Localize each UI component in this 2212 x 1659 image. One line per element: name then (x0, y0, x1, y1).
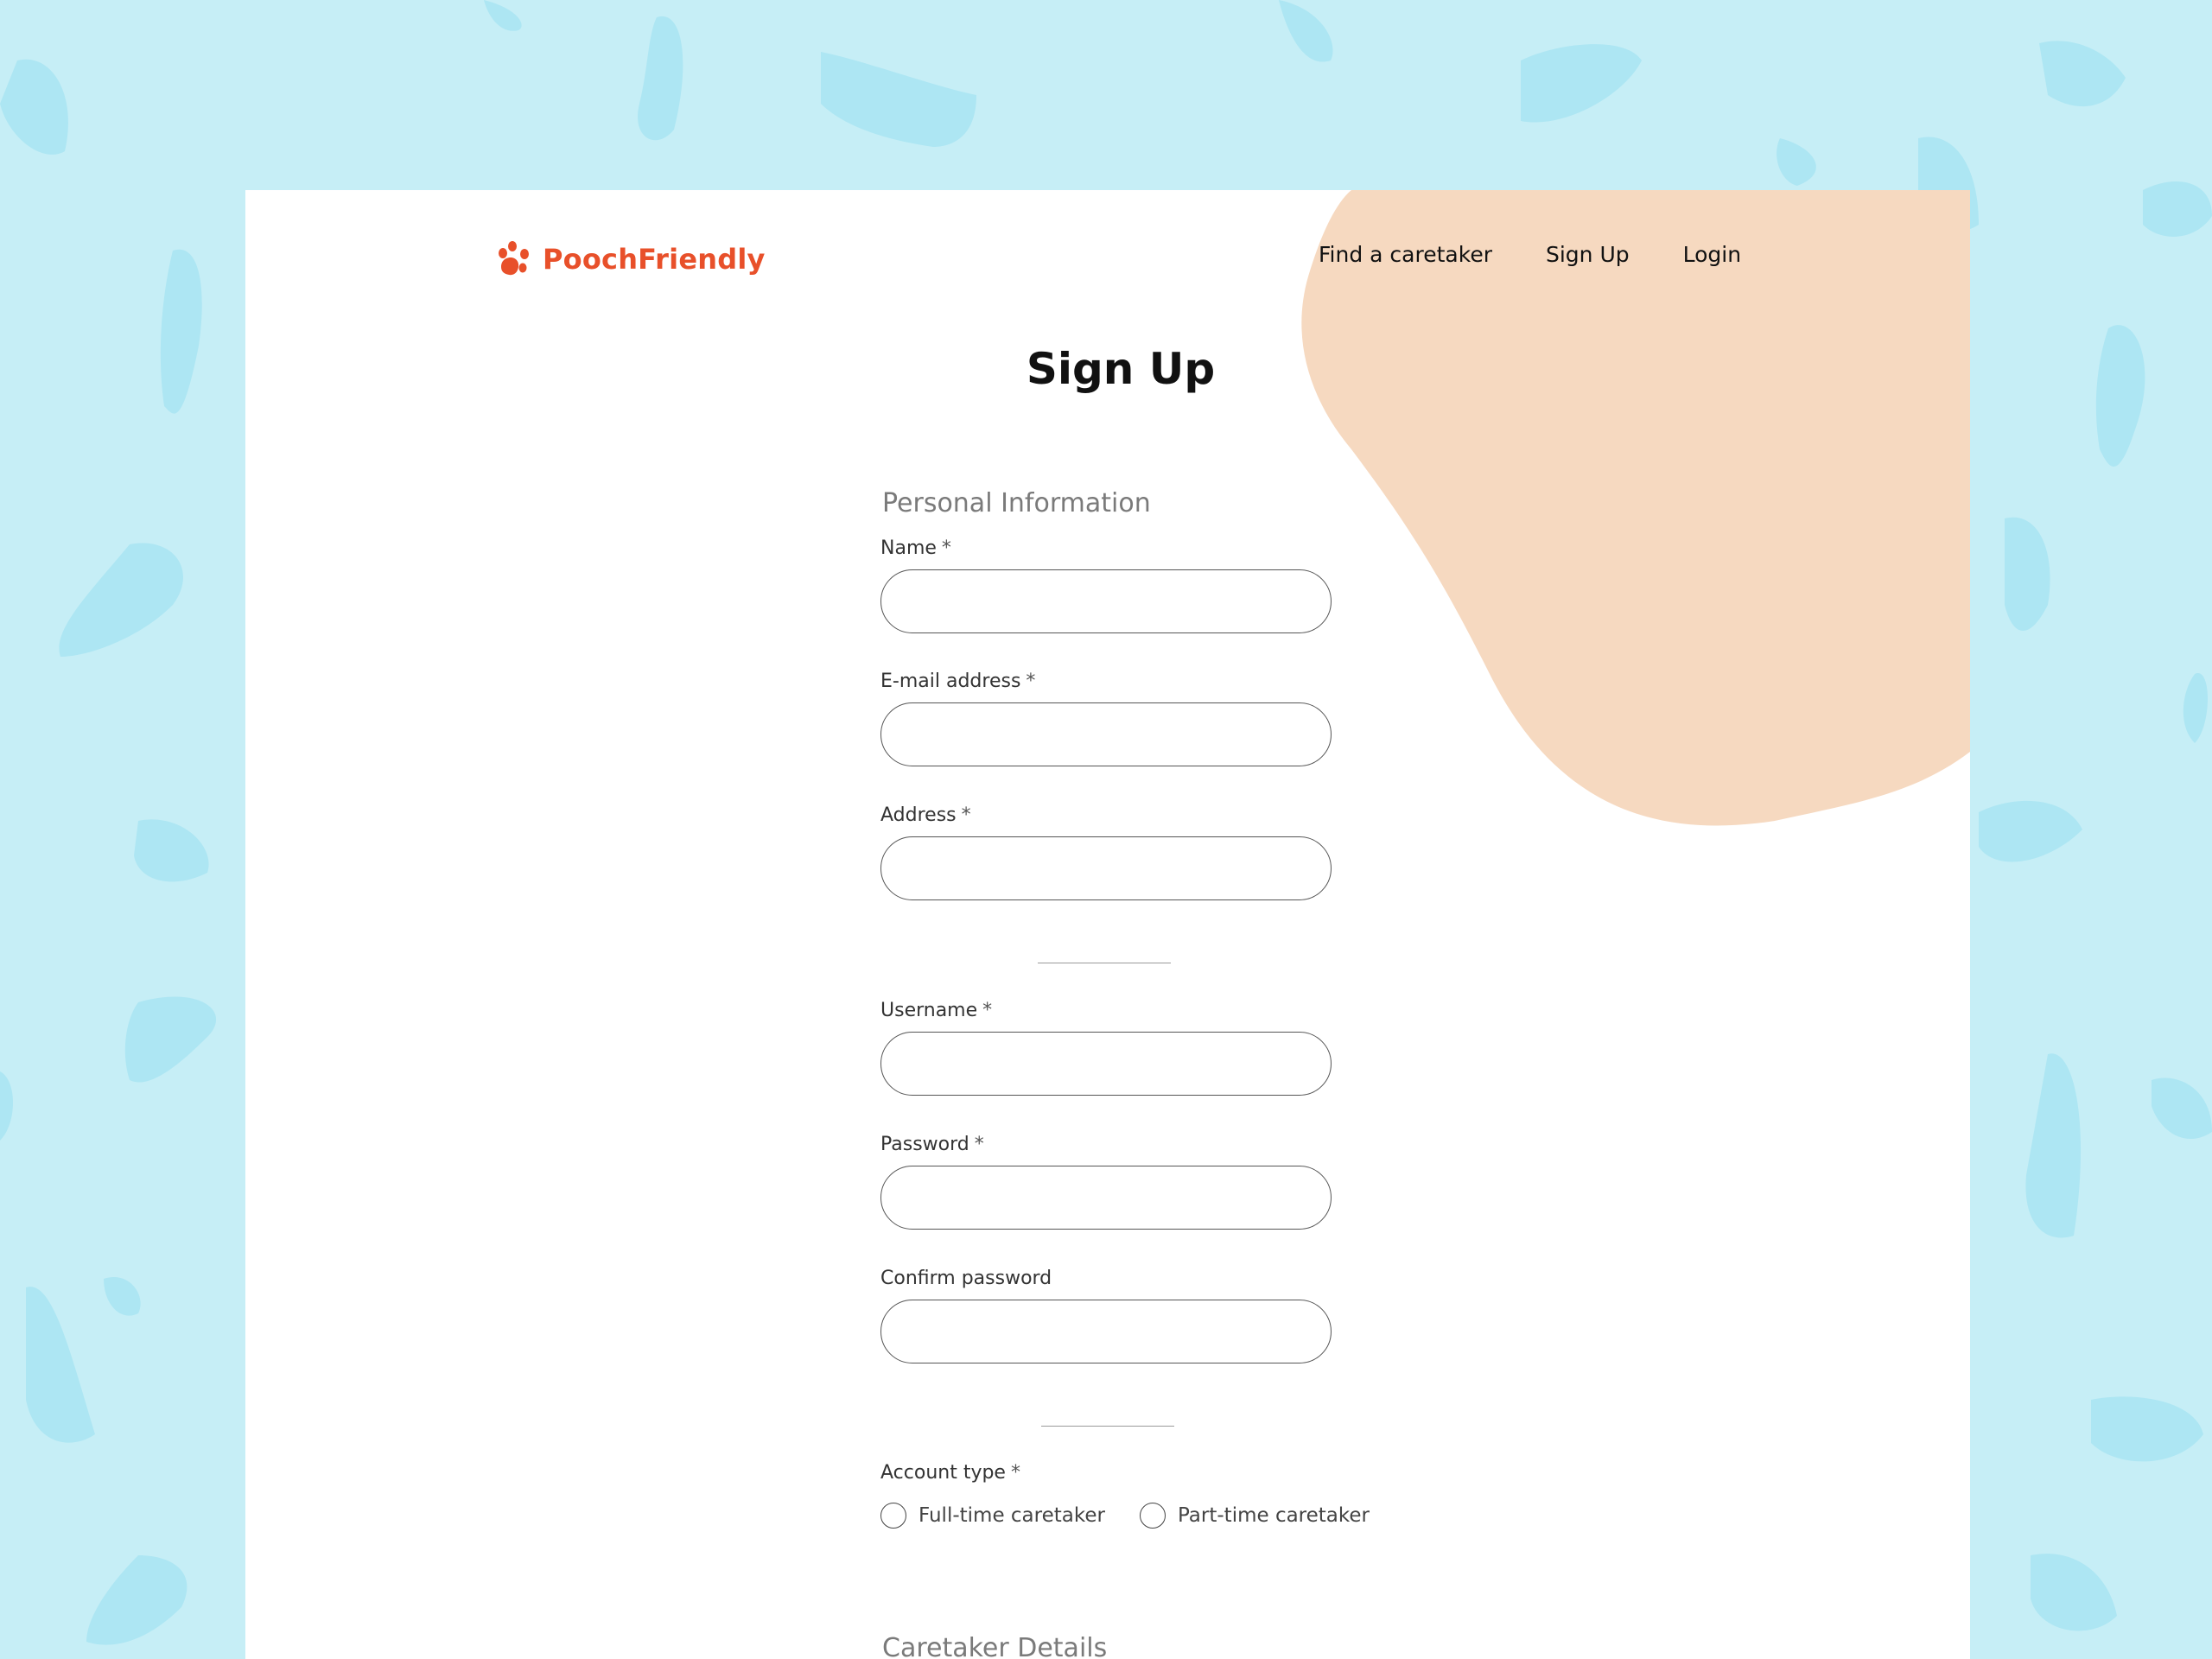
username-input[interactable] (880, 1032, 1332, 1096)
name-input[interactable] (880, 569, 1332, 633)
section-title-personal: Personal Information (882, 488, 1151, 518)
decorative-blob (1301, 190, 1970, 826)
password-input[interactable] (880, 1166, 1332, 1230)
brand-name: PoochFriendly (543, 243, 766, 276)
account-type-radio-group: Full-time caretaker Part-time caretaker (880, 1503, 1370, 1529)
nav-sign-up[interactable]: Sign Up (1546, 242, 1630, 267)
name-label-text: Name (880, 537, 937, 559)
account-type-label: Account type * (880, 1462, 1020, 1484)
account-type-label-text: Account type (880, 1462, 1006, 1484)
required-marker: * (982, 1000, 993, 1021)
required-marker: * (1026, 671, 1036, 692)
email-label-text: E-mail address (880, 671, 1021, 692)
brand-logo[interactable]: PoochFriendly (496, 238, 766, 280)
radio-part-time[interactable]: Part-time caretaker (1139, 1503, 1370, 1529)
address-label-text: Address (880, 804, 957, 826)
page-title: Sign Up (1026, 344, 1216, 394)
radio-button-part-time[interactable] (1139, 1503, 1166, 1529)
confirm-password-input[interactable] (880, 1300, 1332, 1363)
address-input[interactable] (880, 836, 1332, 900)
signup-page: PoochFriendly Find a caretaker Sign Up L… (245, 190, 1970, 1659)
confirm-password-label: Confirm password (880, 1268, 1052, 1289)
required-marker: * (961, 804, 971, 826)
confirm-password-label-text: Confirm password (880, 1268, 1052, 1289)
username-label: Username * (880, 1000, 992, 1021)
required-marker: * (941, 537, 951, 559)
radio-label-part-time: Part-time caretaker (1177, 1504, 1370, 1527)
main-nav: Find a caretaker Sign Up Login (1319, 242, 1741, 267)
email-label: E-mail address * (880, 671, 1035, 692)
username-label-text: Username (880, 1000, 978, 1021)
section-title-caretaker: Caretaker Details (882, 1633, 1108, 1659)
name-label: Name * (880, 537, 951, 559)
email-input[interactable] (880, 702, 1332, 766)
radio-full-time[interactable]: Full-time caretaker (880, 1503, 1105, 1529)
nav-find-caretaker[interactable]: Find a caretaker (1319, 242, 1492, 267)
password-label: Password * (880, 1134, 984, 1155)
password-label-text: Password (880, 1134, 969, 1155)
paw-icon (499, 241, 529, 276)
address-label: Address * (880, 804, 971, 826)
nav-login[interactable]: Login (1683, 242, 1741, 267)
radio-label-full-time: Full-time caretaker (918, 1504, 1105, 1527)
section-divider (1041, 1426, 1174, 1427)
radio-button-full-time[interactable] (880, 1503, 906, 1529)
required-marker: * (974, 1134, 984, 1155)
required-marker: * (1010, 1462, 1020, 1484)
page-title-wrap: Sign Up (245, 344, 1970, 394)
